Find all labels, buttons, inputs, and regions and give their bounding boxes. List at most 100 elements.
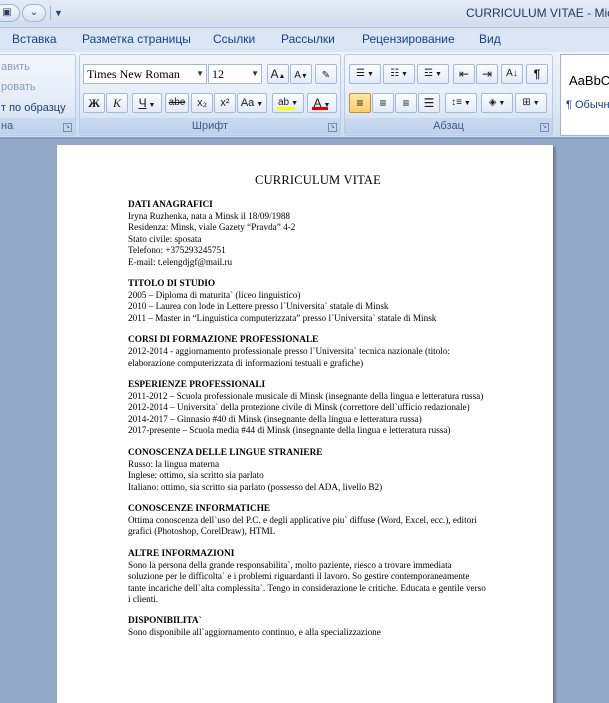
sort-button[interactable]: A↓ [501, 64, 523, 84]
text-line: 2014-2017 – Ginnasio #40 di Minsk (inseg… [128, 413, 422, 424]
font-color-button[interactable]: A ▼ [307, 93, 337, 113]
align-left-button[interactable]: ≡ [349, 93, 371, 113]
align-center-button[interactable]: ≡ [372, 93, 394, 113]
chevron-down-icon: ▼ [196, 69, 204, 78]
text-line: 2011-2012 – Scuola professionale musical… [128, 391, 484, 402]
numbering-button[interactable]: ☷ ▼ [383, 64, 415, 84]
document-content[interactable]: CURRICULUM VITAE DATI ANAGRAFICI Iryna R… [128, 173, 508, 639]
text-line: E-mail: t.elengdjgf@mail.ru [128, 256, 233, 267]
section-training: CORSI DI FORMAZIONE PROFESSIONALE 2012-2… [128, 335, 508, 369]
clear-formatting-button[interactable]: ✎ [315, 64, 337, 84]
section-education: TITOLO DI STUDIO 2005 – Diploma di matur… [128, 279, 508, 324]
underline-icon: Ч [138, 96, 147, 110]
chevron-down-icon: ▼ [365, 71, 374, 78]
justify-icon: ☰ [423, 96, 435, 110]
tab-insert[interactable]: Вставка [12, 32, 57, 46]
ribbon-tabs: Вставка Разметка страницы Ссылки Рассылк… [0, 28, 609, 52]
strikethrough-button[interactable]: abe [165, 93, 189, 113]
text-line: soluzione per le difficolta` e i problem… [128, 571, 470, 582]
multilevel-list-icon: ☲ [424, 68, 434, 79]
text-line: Residenza: Minsk, viale Gazety “Pravda” … [128, 222, 296, 233]
document-page[interactable]: CURRICULUM VITAE DATI ANAGRAFICI Iryna R… [57, 145, 553, 703]
text-line: Telefono: +375293245751 [128, 245, 226, 256]
tab-view[interactable]: Вид [479, 32, 501, 46]
shrink-font-button[interactable]: A▼ [290, 64, 312, 84]
title-bar: ▣ ⌄ ▼ CURRICULUM VITAE - Mic [0, 0, 609, 28]
grow-font-button[interactable]: A▲ [267, 64, 289, 84]
format-painter-button[interactable]: т по образцу [1, 102, 66, 114]
show-formatting-button[interactable]: ¶ [526, 64, 548, 84]
font-family-value: Times New Roman [87, 67, 180, 81]
quick-access-toolbar: ▣ ⌄ ▼ [0, 4, 63, 24]
save-icon[interactable]: ▣ [0, 4, 20, 22]
borders-button[interactable]: ⊞ ▼ [515, 93, 547, 113]
font-size-combo[interactable]: 12 ▼ [208, 64, 262, 84]
sort-icon: A↓ [506, 68, 518, 79]
tab-mailings[interactable]: Рассылки [281, 32, 335, 46]
section-other-info: ALTRE INFORMAZIONI Sono la persona della… [128, 549, 508, 606]
chevron-down-icon: ▼ [251, 69, 259, 78]
text-line: elaborazione computerizzata di informazi… [128, 357, 364, 368]
paragraph-group-label: Абзац [345, 118, 552, 134]
clipboard-launcher-icon[interactable]: ↘ [63, 123, 72, 132]
tab-review[interactable]: Рецензирование [362, 32, 455, 46]
text-line: Russo: la lingua materna [128, 458, 220, 469]
text-line: Sono disponibile all`aggiornamento conti… [128, 627, 381, 638]
tab-page-layout[interactable]: Разметка страницы [82, 32, 191, 46]
subscript-button[interactable]: x₂ [191, 93, 213, 113]
chevron-down-icon: ▼ [433, 71, 442, 78]
line-spacing-button[interactable]: ↕≡ ▼ [445, 93, 477, 113]
section-availability: DISPONIBILITA` Sono disponibile all`aggi… [128, 616, 508, 638]
tab-references[interactable]: Ссылки [213, 32, 255, 46]
increase-indent-icon: ⇥ [481, 67, 493, 81]
chevron-down-icon: ▼ [530, 100, 540, 107]
increase-indent-button[interactable]: ⇥ [476, 64, 498, 84]
section-heading: ESPERIENZE PROFESSIONALI [128, 380, 266, 391]
numbered-list-icon: ☷ [390, 68, 400, 79]
section-personal-data: DATI ANAGRAFICI Iryna Ruzhenka, nata a M… [128, 200, 508, 268]
text-line: Iryna Ruzhenka, nata a Minsk il 18/09/19… [128, 211, 291, 221]
shading-button[interactable]: ◈ ▼ [481, 93, 513, 113]
chevron-down-icon: ▼ [496, 100, 506, 107]
text-line: grafici (Photoshop, CorelDraw), HTML [128, 526, 276, 537]
paste-button[interactable]: авить [1, 61, 30, 73]
superscript-button[interactable]: x² [214, 93, 236, 113]
align-center-icon: ≡ [379, 96, 387, 110]
window-title: CURRICULUM VITAE - Mic [466, 6, 609, 20]
section-heading: DISPONIBILITA` [128, 616, 202, 627]
underline-button[interactable]: Ч ▼ [132, 93, 162, 113]
highlight-color-swatch [277, 107, 295, 110]
align-left-icon: ≡ [356, 96, 364, 110]
shrink-font-icon: A [294, 70, 301, 81]
font-launcher-icon[interactable]: ↘ [328, 123, 337, 132]
customize-toolbar-icon[interactable]: ▼ [54, 4, 63, 22]
undo-dropdown-button[interactable]: ⌄ [22, 4, 46, 22]
text-line: 2017-presente – Scuola media #44 di Mins… [128, 425, 451, 436]
font-family-combo[interactable]: Times New Roman ▼ [83, 64, 207, 84]
bold-button[interactable]: Ж [83, 93, 105, 113]
font-group-label: Шрифт [80, 118, 340, 134]
chevron-down-icon: ▼ [254, 101, 264, 108]
section-heading: TITOLO DI STUDIO [128, 279, 216, 290]
font-color-swatch [312, 107, 328, 110]
section-heading: CORSI DI FORMAZIONE PROFESSIONALE [128, 335, 319, 346]
multilevel-list-button[interactable]: ☲ ▼ [417, 64, 449, 84]
justify-button[interactable]: ☰ [418, 93, 440, 113]
decrease-indent-icon: ⇤ [458, 67, 470, 81]
text-line: Sono la persona della grande responsabil… [128, 559, 452, 570]
document-area[interactable]: CURRICULUM VITAE DATI ANAGRAFICI Iryna R… [0, 139, 609, 703]
highlight-button[interactable]: ab ▼ [272, 93, 304, 113]
quick-style-normal[interactable]: AaBbC ¶ Обычн [560, 54, 609, 136]
chevron-down-icon: ▼ [461, 100, 471, 107]
copy-button[interactable]: ровать [1, 81, 36, 93]
section-experience: ESPERIENZE PROFESSIONALI 2011-2012 – Scu… [128, 380, 508, 437]
italic-button[interactable]: К [106, 93, 128, 113]
align-right-button[interactable]: ≡ [395, 93, 417, 113]
paragraph-launcher-icon[interactable]: ↘ [540, 123, 549, 132]
text-line: 2012-2014 – Universita` della protezione… [128, 402, 470, 413]
bullets-button[interactable]: ☰ ▼ [349, 64, 381, 84]
text-line: Italiano: ottimo, sia scritto sia parlat… [128, 481, 383, 492]
chevron-down-icon: ▼ [146, 102, 156, 109]
decrease-indent-button[interactable]: ⇤ [453, 64, 475, 84]
change-case-button[interactable]: Aa ▼ [237, 93, 267, 113]
